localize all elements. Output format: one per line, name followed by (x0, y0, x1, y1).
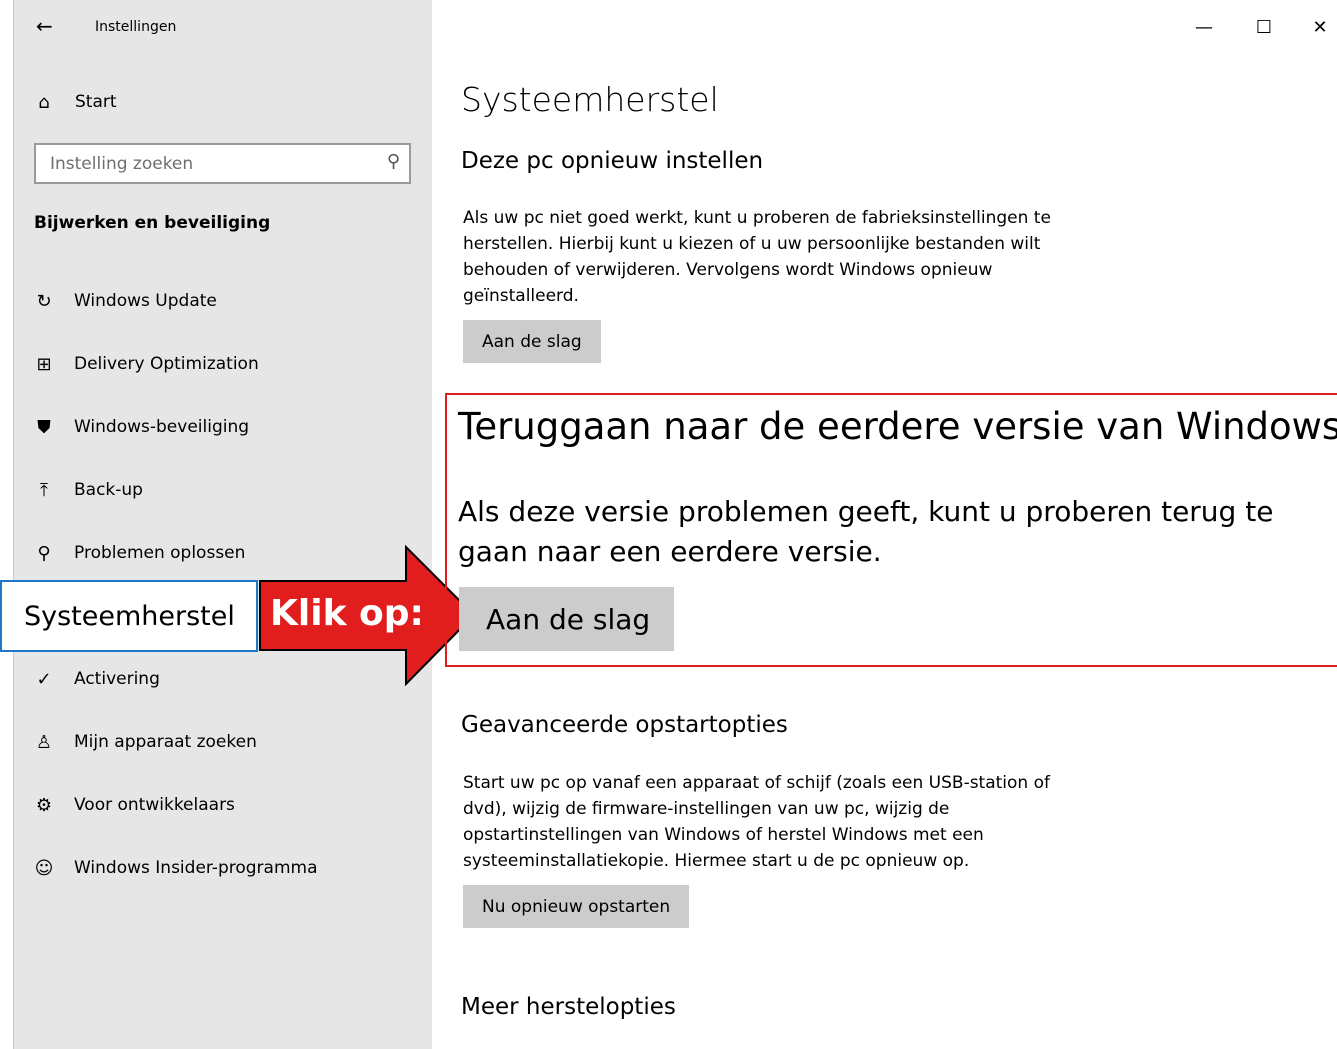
callout-text: Klik op: (270, 593, 424, 634)
backup-icon: ⤒ (40, 479, 48, 501)
sidebar-item-windows-beveiliging[interactable]: ⛊ Windows-beveiliging (32, 411, 249, 443)
sidebar-item-back-up[interactable]: ⤒ Back-up (32, 474, 143, 506)
person-pin-icon: ♙ (35, 731, 53, 753)
insider-icon: ☺ (34, 857, 54, 879)
maximize-button[interactable]: ☐ (1244, 10, 1284, 46)
back-arrow-icon[interactable]: ← (36, 14, 53, 38)
sidebar-item-label: Windows-beveiliging (74, 417, 250, 437)
go-back-start-button[interactable]: Aan de slag (459, 587, 674, 651)
go-back-heading: Teruggaan naar de eerdere versie van Win… (458, 405, 1337, 448)
search-icon[interactable]: ⚲ (387, 151, 400, 172)
reset-heading: Deze pc opnieuw instellen (461, 148, 764, 174)
sidebar-item-problemen-oplossen[interactable]: ⚲ Problemen oplossen (32, 537, 245, 569)
app-title: Instellingen (95, 19, 177, 35)
sidebar-item-label: Voor ontwikkelaars (74, 795, 235, 815)
advanced-description: Start uw pc op vanaf een apparaat of sch… (463, 773, 1050, 871)
wrench-icon: ⚲ (37, 542, 51, 564)
shield-icon: ⛊ (37, 416, 51, 438)
sidebar-item-delivery-optimization[interactable]: ⊞ Delivery Optimization (32, 348, 259, 380)
delivery-icon: ⊞ (36, 353, 52, 375)
restart-now-button[interactable]: Nu opnieuw opstarten (463, 885, 690, 928)
sidebar: ← Instellingen ⌂ Start ⚲ Bijwerken en be… (14, 0, 432, 1049)
reset-start-button[interactable]: Aan de slag (463, 320, 601, 363)
dev-tools-icon: ⚙ (35, 794, 53, 816)
sidebar-item-label: Delivery Optimization (74, 354, 259, 374)
search-input[interactable] (36, 145, 376, 182)
sync-icon: ↻ (36, 290, 52, 312)
sidebar-item-start[interactable]: ⌂ Start (32, 88, 117, 116)
sidebar-item-windows-insider[interactable]: ☺ Windows Insider-programma (32, 852, 318, 884)
window-edge (0, 0, 14, 1049)
sidebar-item-voor-ontwikkelaars[interactable]: ⚙ Voor ontwikkelaars (32, 789, 235, 821)
sidebar-item-mijn-apparaat-zoeken[interactable]: ♙ Mijn apparaat zoeken (32, 726, 257, 758)
sidebar-item-windows-update[interactable]: ↻ Windows Update (32, 285, 217, 317)
check-circle-icon: ✓ (36, 668, 52, 690)
minimize-button[interactable]: — (1184, 10, 1224, 46)
sidebar-item-activering[interactable]: ✓ Activering (32, 663, 160, 695)
section-heading: Bijwerken en beveiliging (34, 213, 271, 233)
reset-description: Als uw pc niet goed werkt, kunt u prober… (463, 208, 1051, 306)
more-options-heading: Meer herstelopties (461, 994, 676, 1020)
sidebar-item-label: Back-up (74, 480, 143, 500)
search-box: ⚲ (34, 143, 411, 184)
home-icon: ⌂ (38, 91, 50, 113)
page-title: Systeemherstel (461, 80, 719, 119)
sidebar-item-label: Mijn apparaat zoeken (74, 732, 257, 752)
sidebar-item-label: Problemen oplossen (74, 543, 246, 563)
go-back-description: Als deze versie problemen geeft, kunt u … (458, 495, 1274, 568)
sidebar-item-label: Start (75, 92, 117, 112)
sidebar-item-systeemherstel-active[interactable]: Systeemherstel (0, 580, 258, 652)
sidebar-item-label: Windows Update (74, 291, 217, 311)
sidebar-item-label: Activering (74, 669, 160, 689)
sidebar-item-label: Windows Insider-programma (74, 858, 318, 878)
advanced-heading: Geavanceerde opstartopties (461, 712, 788, 738)
close-button[interactable]: ✕ (1300, 10, 1337, 46)
